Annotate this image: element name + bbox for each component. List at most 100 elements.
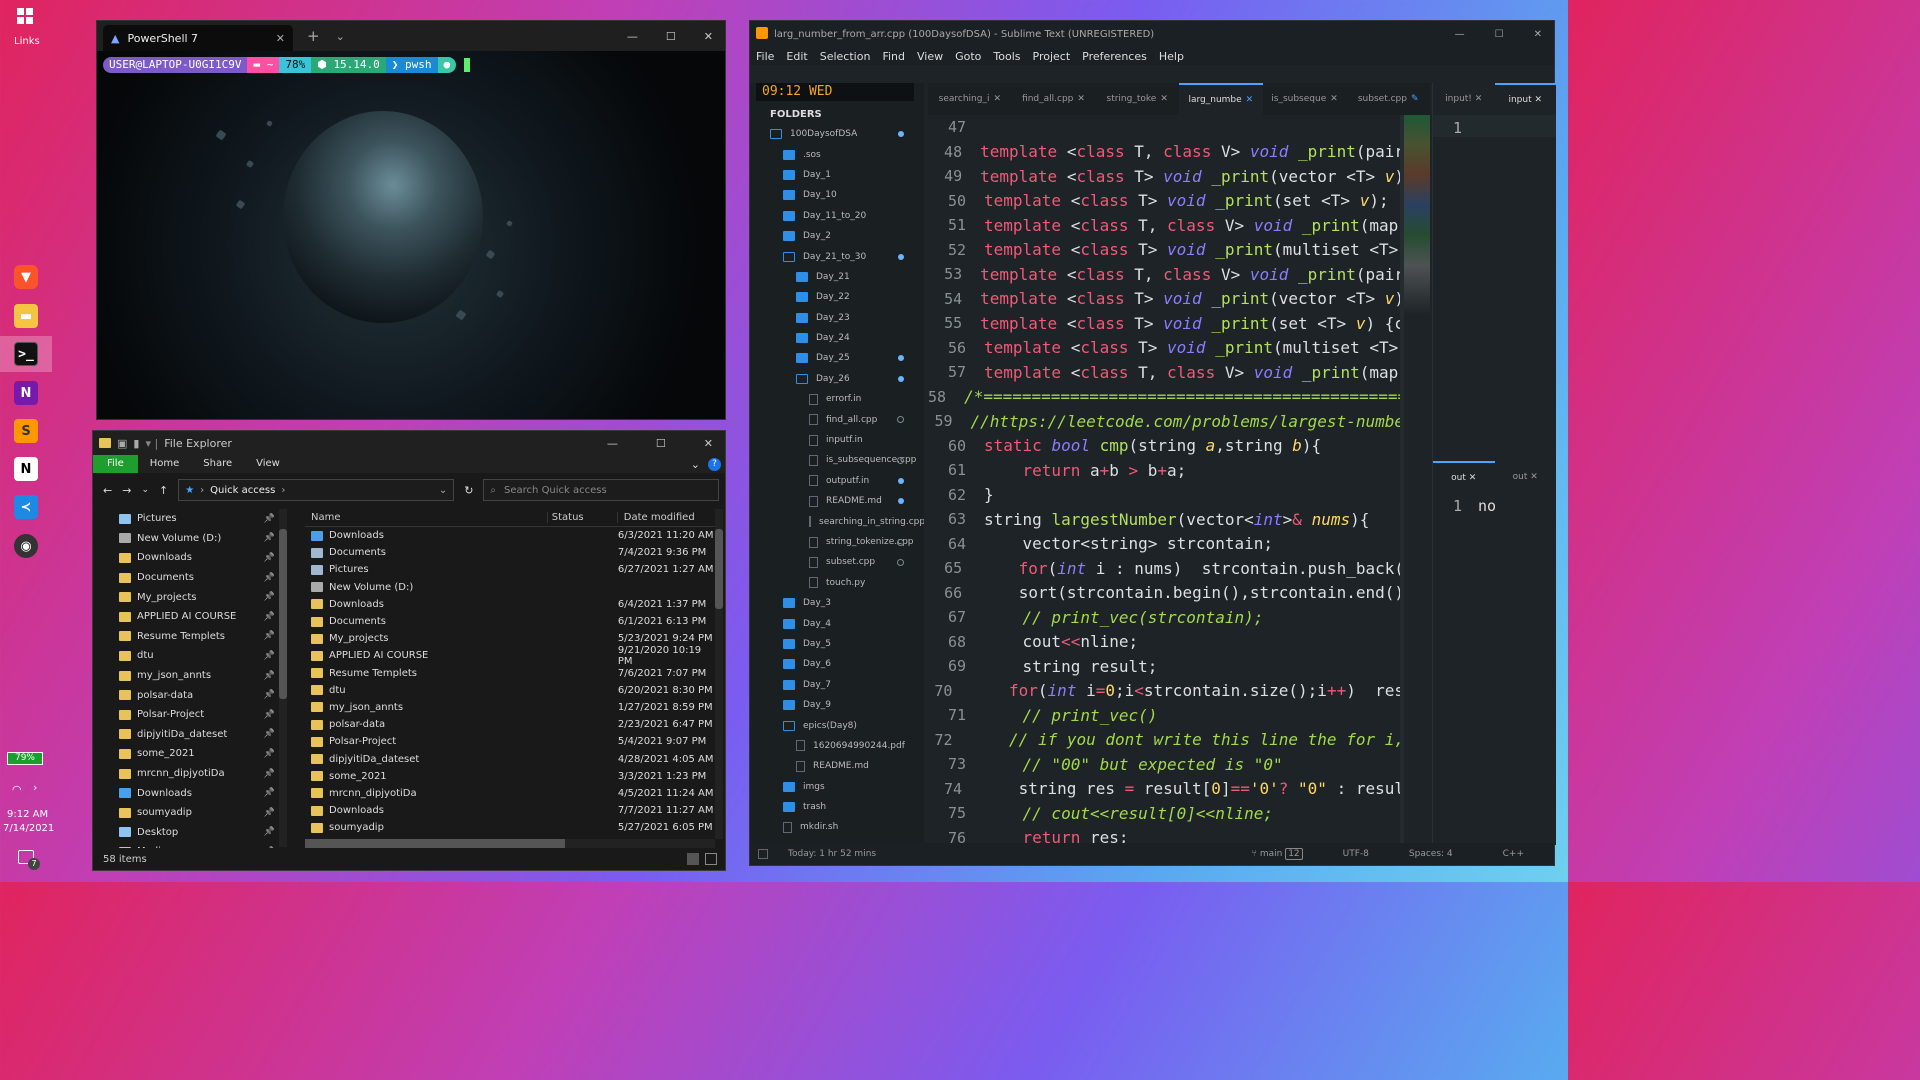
nav-item[interactable]: some_2021 📌 (93, 744, 293, 764)
editor-scrollbar[interactable] (1400, 115, 1404, 845)
tree-item[interactable]: Day_22 (750, 287, 924, 307)
battery-indicator[interactable]: 79% (7, 752, 43, 765)
file-row[interactable]: polsar-data 2/23/2021 6:47 PM (305, 716, 715, 733)
wifi-icon[interactable]: ◠ (12, 783, 22, 796)
maximize-icon[interactable]: ☐ (656, 437, 666, 450)
tree-item[interactable]: trash (750, 797, 924, 817)
tab-output-1[interactable]: out ✕ (1433, 461, 1495, 493)
menu-item[interactable]: Preferences (1082, 50, 1147, 63)
address-input[interactable]: ★ › Quick access › ⌄ (178, 479, 455, 501)
nav-item[interactable]: Pictures 📌 (93, 509, 293, 529)
tree-item[interactable]: imgs (750, 777, 924, 797)
tree-item[interactable]: subset.cpp (750, 552, 924, 572)
large-icons-view-icon[interactable] (705, 853, 717, 865)
tree-item[interactable]: string_tokenize.cpp (750, 532, 924, 552)
menu-item[interactable]: Find (882, 50, 905, 63)
tree-item[interactable]: touch.py (750, 573, 924, 593)
editor-tab[interactable]: subset.cpp ✎ (1346, 83, 1430, 115)
nav-item[interactable]: Polsar-Project 📌 (93, 705, 293, 725)
close-tab-icon[interactable]: ✕ (1077, 94, 1085, 104)
file-row[interactable]: Downloads 6/3/2021 11:20 AM (305, 527, 715, 544)
close-tab-icon[interactable]: ✕ (1160, 94, 1168, 104)
git-branch[interactable]: ⑂ main 12 (1252, 848, 1303, 860)
close-icon[interactable]: ✕ (704, 30, 713, 43)
column-status[interactable]: Status (548, 512, 618, 523)
pin-icon[interactable]: 📌 (264, 671, 275, 681)
menu-item[interactable]: Help (1159, 50, 1184, 63)
tree-item[interactable]: is_subsequence.cpp (750, 450, 924, 470)
chevron-right-icon[interactable]: › (33, 781, 37, 794)
file-row[interactable]: Downloads 7/7/2021 11:27 AM (305, 802, 715, 819)
pin-icon[interactable]: 📌 (264, 827, 275, 837)
ribbon-tab-view[interactable]: View (244, 455, 292, 473)
file-row[interactable]: Polsar-Project 5/4/2021 9:07 PM (305, 733, 715, 750)
tree-item[interactable]: Day_11_to_20 (750, 206, 924, 226)
nav-item[interactable]: My_projects 📌 (93, 587, 293, 607)
pin-icon[interactable]: 📌 (264, 651, 275, 661)
tab-output-2[interactable]: out ✕ (1495, 472, 1557, 482)
pin-icon[interactable]: 📌 (264, 592, 275, 602)
pin-icon[interactable]: 📌 (264, 514, 275, 524)
code-editor[interactable]: 47 48 template <class T, class V> void _pr… (928, 115, 1404, 845)
close-icon[interactable]: ✕ (1534, 29, 1542, 40)
vscode-icon[interactable]: ≺ (14, 495, 38, 519)
terminal-icon[interactable]: >_ (14, 342, 38, 366)
file-row[interactable]: APPLIED AI COURSE 9/21/2020 10:19 PM (305, 645, 715, 667)
file-scroll-thumb[interactable] (715, 529, 723, 609)
pin-icon[interactable]: 📌 (264, 729, 275, 739)
pin-icon[interactable]: 📌 (264, 749, 275, 759)
status-encoding[interactable]: UTF-8 (1343, 849, 1369, 859)
tree-item[interactable]: 100DaysofDSA (750, 124, 924, 144)
menu-item[interactable]: Edit (786, 50, 807, 63)
nav-item[interactable]: Desktop 📌 (93, 823, 293, 843)
file-explorer-icon[interactable]: ▬ (14, 304, 38, 328)
column-name[interactable]: Name (305, 512, 548, 523)
maximize-icon[interactable]: ☐ (1495, 29, 1504, 40)
ribbon-tab-file[interactable]: File (93, 455, 138, 473)
clock-date[interactable]: 7/14/2021 (3, 823, 54, 834)
maximize-icon[interactable]: ☐ (666, 30, 676, 43)
terminal-window[interactable]: ▲ PowerShell 7 ✕ + ⌄ — ☐ ✕ USER@LAPTOP-U… (96, 20, 726, 420)
editor-tab[interactable]: larg_numbe ✕ (1179, 83, 1263, 115)
tree-item[interactable]: Day_2 (750, 226, 924, 246)
back-icon[interactable]: ← (103, 484, 112, 497)
editor-tab[interactable]: is_subseque ✕ (1263, 83, 1347, 115)
tree-item[interactable]: README.md (750, 756, 924, 776)
close-icon[interactable]: ✕ (704, 437, 713, 450)
windows-start-icon[interactable] (17, 8, 33, 24)
explorer-titlebar[interactable]: ▣ ▮ ▾ | File Explorer — ☐ ✕ (93, 431, 725, 455)
sublime-titlebar[interactable]: larg_number_from_arr.cpp (100DaysofDSA) … (750, 21, 1554, 47)
file-scrollbar[interactable] (715, 509, 723, 839)
file-row[interactable]: mrcnn_dipjyotiDa 4/5/2021 11:24 AM (305, 785, 715, 802)
input-pane[interactable]: input! ✕ input ✕ 1 (1432, 83, 1556, 463)
tree-item[interactable]: Day_21 (750, 267, 924, 287)
panel-toggle-icon[interactable] (758, 849, 768, 859)
nav-item[interactable]: APPLIED AI COURSE 📌 (93, 607, 293, 627)
nav-item[interactable]: dipjyitiDa_dateset 📌 (93, 725, 293, 745)
tree-item[interactable]: Day_26 (750, 369, 924, 389)
chevron-down-icon[interactable]: ⌄ (691, 458, 700, 471)
pin-icon[interactable]: 📌 (264, 612, 275, 622)
pin-icon[interactable]: 📌 (264, 573, 275, 583)
column-date-modified[interactable]: Date modified (618, 512, 715, 523)
tree-item[interactable]: Day_6 (750, 654, 924, 674)
refresh-icon[interactable]: ↻ (464, 484, 473, 497)
file-row[interactable]: some_2021 3/3/2021 1:23 PM (305, 768, 715, 785)
pin-icon[interactable]: 📌 (264, 769, 275, 779)
file-row[interactable]: New Volume (D:) (305, 579, 715, 596)
tree-item[interactable]: Day_21_to_30 (750, 246, 924, 266)
details-view-icon[interactable] (687, 853, 699, 865)
pin-icon[interactable]: 📌 (264, 808, 275, 818)
tab-input-1[interactable]: input! ✕ (1433, 94, 1495, 104)
menu-item[interactable]: Project (1033, 50, 1071, 63)
tree-item[interactable]: searching_in_string.cpp (750, 511, 924, 531)
nav-item[interactable]: New Volume (D:) 📌 (93, 529, 293, 549)
minimize-icon[interactable]: — (627, 30, 638, 43)
edit-icon[interactable]: ✎ (1411, 94, 1419, 104)
editor-tab[interactable]: find_all.cpp ✕ (1012, 83, 1096, 115)
menu-item[interactable]: File (756, 50, 774, 63)
nav-item[interactable]: my_json_annts 📌 (93, 666, 293, 686)
tree-item[interactable]: inputf.in (750, 430, 924, 450)
tree-item[interactable]: Day_24 (750, 328, 924, 348)
nav-item[interactable]: Downloads 📌 (93, 783, 293, 803)
